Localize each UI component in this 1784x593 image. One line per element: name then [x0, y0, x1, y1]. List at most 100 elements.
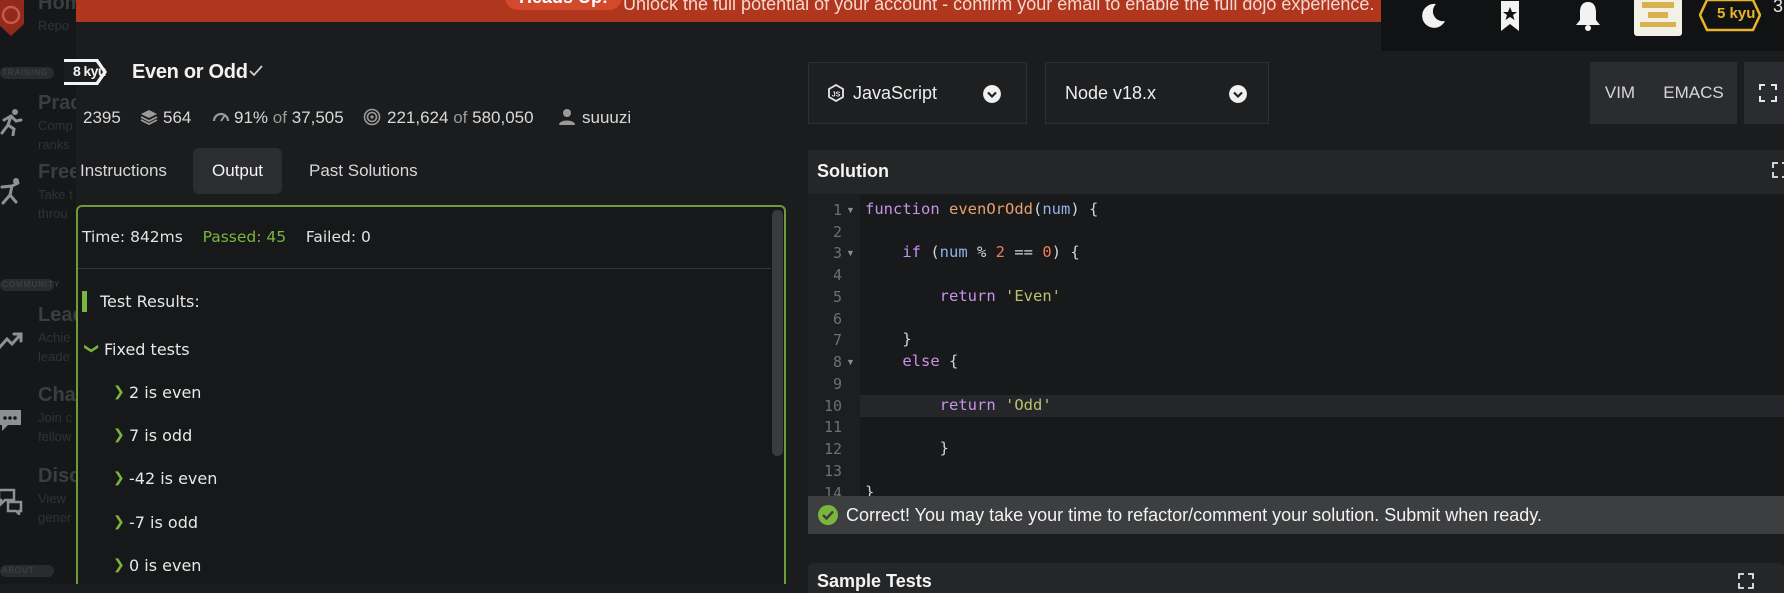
- code-line-3: if (num % 2 == 0) {: [865, 243, 1080, 261]
- test-item[interactable]: 7 is odd: [129, 426, 192, 445]
- tab-instructions[interactable]: Instructions: [61, 148, 186, 194]
- avatar[interactable]: [1634, 0, 1682, 36]
- line-number: 13: [823, 462, 842, 480]
- sample-tests-title: Sample Tests: [817, 571, 932, 591]
- stat-completed: 221,624 of 580,050: [387, 108, 534, 128]
- sidebar-section-community: COMMUNITY: [0, 279, 61, 291]
- failed-label: Failed: 0: [305, 228, 371, 246]
- line-number: 8: [832, 353, 842, 371]
- tab-output[interactable]: Output: [193, 148, 283, 194]
- tab-past-solutions[interactable]: Past Solutions: [290, 148, 437, 194]
- javascript-icon: JS: [828, 84, 844, 102]
- expand-icon[interactable]: [1738, 573, 1754, 589]
- fullscreen-button[interactable]: [1744, 62, 1784, 124]
- chevron-down-icon[interactable]: ❯: [83, 343, 100, 355]
- test-item[interactable]: -42 is even: [129, 469, 217, 488]
- chevron-right-icon[interactable]: ❯: [113, 383, 125, 400]
- language-select[interactable]: JS JavaScript: [808, 62, 1027, 124]
- check-circle-icon: [818, 505, 838, 525]
- banner-text[interactable]: Unlock the full potential of your accoun…: [623, 0, 1374, 15]
- code-token: ==: [1005, 243, 1043, 261]
- sidebar-chat-title: Chat: [38, 384, 76, 406]
- sample-tests-header: [808, 563, 1784, 593]
- codewars-logo-icon[interactable]: [0, 0, 28, 36]
- code-token: {: [939, 352, 959, 370]
- code-token: evenOrOdd: [949, 200, 1033, 218]
- test-item[interactable]: 2 is even: [129, 383, 201, 402]
- sparring-figure-icon: [0, 178, 20, 205]
- code-token: %: [967, 243, 996, 261]
- line-number: 5: [832, 288, 842, 306]
- banner-heads-up-pill: Heads Up!: [505, 0, 623, 10]
- emacs-mode-button[interactable]: EMACS: [1650, 62, 1737, 124]
- runtime-select[interactable]: Node v18.x: [1045, 62, 1269, 124]
- chevron-down-icon: [983, 85, 1001, 103]
- test-item[interactable]: 0 is even: [129, 556, 201, 575]
- bell-icon[interactable]: [1571, 0, 1605, 33]
- code-token: (: [921, 243, 940, 261]
- sidebar-home-desc: Repo: [38, 18, 70, 33]
- line-number: 6: [832, 310, 842, 328]
- fold-arrow-icon[interactable]: ▼: [846, 205, 855, 215]
- svg-text:JS: JS: [832, 92, 841, 99]
- sidebar-leaderboards-desc-1: Achie: [38, 330, 71, 345]
- sidebar-chat-desc-1: Join c: [38, 410, 72, 425]
- code-line-10: return 'Odd': [865, 396, 1052, 414]
- chat-bubble-icon: [0, 410, 21, 431]
- language-value: JavaScript: [853, 83, 938, 103]
- code-token: }: [902, 330, 912, 348]
- code-line-7: }: [865, 330, 912, 348]
- runtime-value: Node v18.x: [1065, 83, 1157, 103]
- code-token: 'Odd': [1005, 396, 1052, 414]
- vim-mode-button[interactable]: VIM: [1590, 62, 1650, 124]
- completed-of: of: [453, 108, 468, 127]
- expand-icon[interactable]: [1772, 162, 1784, 178]
- fold-arrow-icon[interactable]: ▼: [846, 248, 855, 258]
- code-token: return: [939, 396, 996, 414]
- trending-arrow-icon: [0, 332, 23, 350]
- sidebar-leaderboards-title: Lead: [38, 304, 76, 326]
- top-nav-bar: 5 kyu 3: [1381, 0, 1784, 51]
- line-number: 11: [823, 418, 842, 436]
- rank-label: 5 kyu: [1717, 5, 1756, 22]
- solution-title: Solution: [817, 161, 889, 181]
- expand-icon: [1759, 84, 1777, 102]
- code-token: 0: [1042, 243, 1052, 261]
- chevron-right-icon[interactable]: ❯: [113, 426, 125, 443]
- code-token: if: [902, 243, 921, 261]
- kyu-label: 8 kyu: [73, 63, 106, 79]
- chevron-right-icon[interactable]: ❯: [113, 513, 125, 530]
- code-editor[interactable]: [808, 194, 1784, 501]
- bookmark-star-icon[interactable]: [1493, 0, 1527, 33]
- chevron-right-icon[interactable]: ❯: [113, 556, 125, 573]
- code-line-12: }: [865, 439, 949, 457]
- sidebar-home-title: Hom: [38, 0, 76, 14]
- sidebar-freestyle-desc-2: throu: [38, 206, 68, 221]
- moon-icon[interactable]: [1416, 0, 1450, 33]
- test-group-fixed-tests[interactable]: Fixed tests: [104, 340, 190, 359]
- test-summary: Time: 842ms Passed: 45 Failed: 0: [82, 228, 371, 246]
- stat-collections: 564: [163, 108, 192, 127]
- solution-header: [808, 150, 1784, 194]
- code-token: ) {: [1051, 243, 1080, 261]
- stat-author[interactable]: suuuzi: [582, 108, 631, 128]
- satisfaction-percent: 91%: [234, 108, 269, 127]
- code-token: (: [1033, 200, 1043, 218]
- code-token: 2: [995, 243, 1006, 261]
- satisfaction-of: of: [272, 108, 287, 127]
- chevron-down-icon: [1229, 85, 1247, 103]
- output-scrollbar[interactable]: [772, 210, 783, 456]
- sidebar-practice-desc-1: Comp: [38, 118, 73, 133]
- passed-label: Passed: 45: [202, 228, 287, 246]
- running-figure-icon: [0, 109, 23, 136]
- chevron-right-icon[interactable]: ❯: [113, 469, 125, 486]
- left-sidebar: Hom Repo TRAINING Prac Comp ranks Free T…: [0, 0, 76, 584]
- fold-arrow-icon[interactable]: ▼: [846, 357, 855, 367]
- target-icon: [363, 108, 381, 126]
- results-accent-bar: [82, 291, 87, 312]
- test-item[interactable]: -7 is odd: [129, 513, 198, 532]
- code-token: 'Even': [1005, 287, 1061, 305]
- stack-icon: [140, 110, 158, 126]
- sidebar-discussions-desc-2: gener: [38, 510, 72, 525]
- code-token: num: [1042, 200, 1071, 218]
